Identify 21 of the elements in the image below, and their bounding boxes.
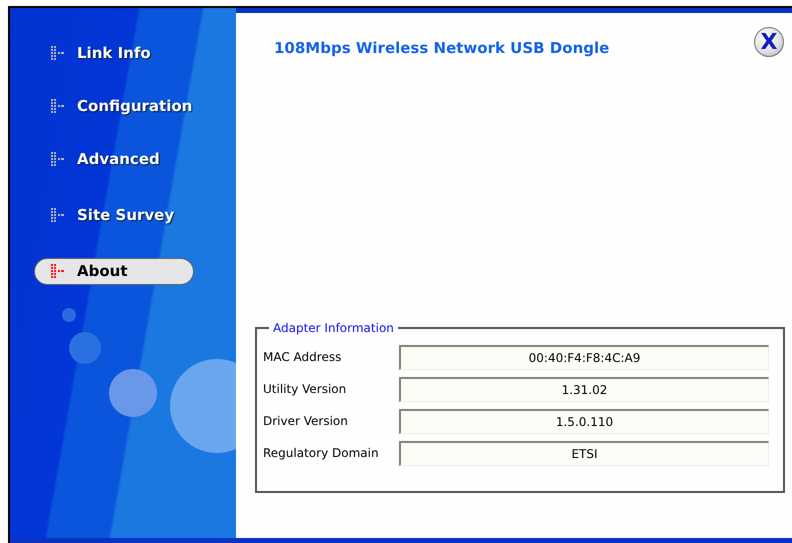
info-field: 00:40:F4:F8:4C:A9 <box>399 344 769 370</box>
nav-item[interactable]: About <box>34 258 194 284</box>
dots-icon <box>51 208 65 222</box>
info-field: 1.5.0.110 <box>399 408 769 434</box>
field-label: MAC Address <box>263 350 342 364</box>
dots-icon <box>51 46 65 60</box>
info-field: 1.31.02 <box>399 376 769 402</box>
group-title: Adapter Information <box>272 321 395 335</box>
nav-item[interactable]: Link Info <box>34 40 194 66</box>
field-label: Utility Version <box>263 382 348 396</box>
dots-icon <box>51 98 65 112</box>
nav-item[interactable]: Site Survey <box>34 202 194 228</box>
info-field: ETSI <box>399 440 769 466</box>
product-title: 108Mbps Wireless Network USB Dongle <box>274 39 610 57</box>
field-label: Driver Version <box>263 414 349 428</box>
dots-icon <box>51 152 65 166</box>
nav-item[interactable]: Configuration <box>34 92 208 119</box>
field-label: Regulatory Domain <box>263 446 380 460</box>
nav-item[interactable]: Advanced <box>34 146 194 172</box>
close-button[interactable]: X <box>754 27 784 57</box>
dots-icon <box>51 264 65 278</box>
